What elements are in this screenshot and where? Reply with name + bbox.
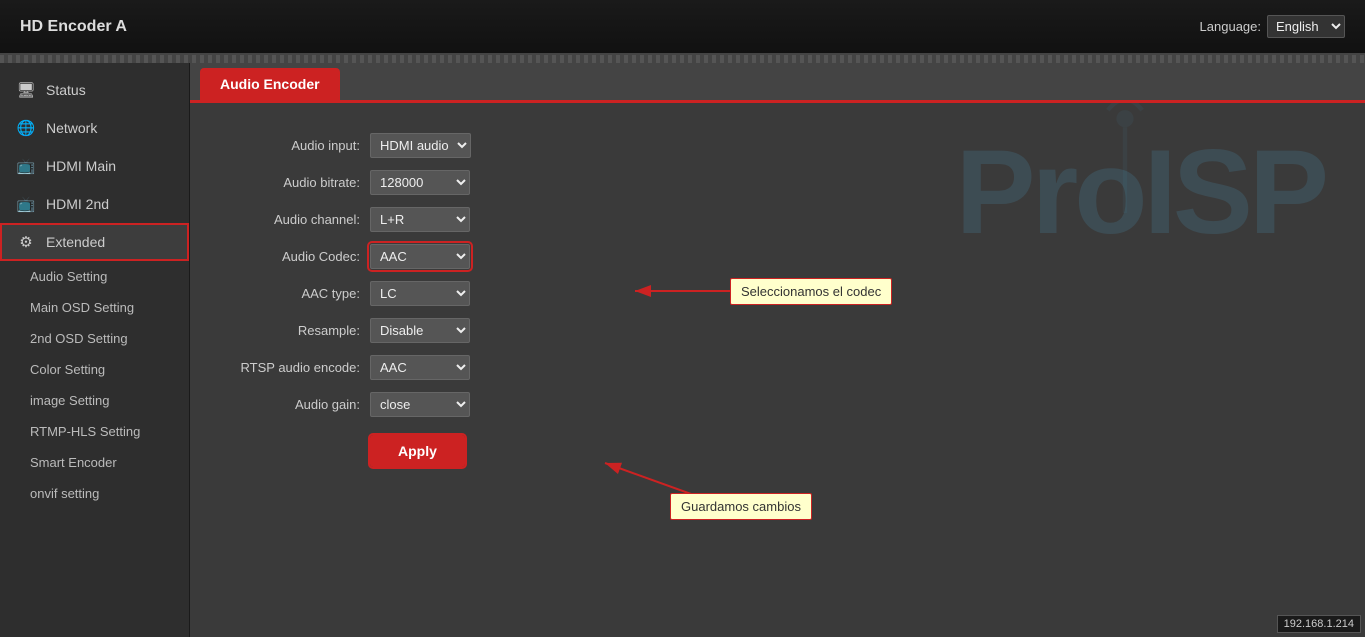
label-rtsp-audio: RTSP audio encode: [210, 360, 370, 375]
select-audio-channel[interactable]: L+R L R [370, 207, 470, 232]
sidebar-subitem-smart-encoder[interactable]: Smart Encoder [0, 447, 189, 478]
form-row-audio-channel: Audio channel: L+R L R [210, 207, 1345, 232]
sidebar-label-hdmi-main: HDMI Main [46, 158, 116, 174]
form-row-rtsp-audio: RTSP audio encode: AAC MP3 [210, 355, 1345, 380]
tab-bar: Audio Encoder [190, 63, 1365, 103]
sidebar-subitem-main-osd[interactable]: Main OSD Setting [0, 292, 189, 323]
sidebar-subitem-2nd-osd[interactable]: 2nd OSD Setting [0, 323, 189, 354]
form-row-audio-gain: Audio gain: close low medium high [210, 392, 1345, 417]
ip-badge: 192.168.1.214 [1277, 615, 1361, 633]
codec-callout: Seleccionamos el codec [730, 278, 892, 305]
sidebar-item-hdmi-main[interactable]: 📺 HDMI Main [0, 147, 189, 185]
form-row-audio-codec: Audio Codec: AAC MP3 G711 [210, 244, 1345, 269]
label-resample: Resample: [210, 323, 370, 338]
select-aac-type[interactable]: LC HE HEv2 [370, 281, 470, 306]
gear-icon: ⚙ [16, 233, 36, 251]
tab-audio-encoder[interactable]: Audio Encoder [200, 68, 340, 100]
select-audio-codec[interactable]: AAC MP3 G711 [370, 244, 470, 269]
select-rtsp-audio[interactable]: AAC MP3 [370, 355, 470, 380]
sidebar-subitem-image-setting[interactable]: image Setting [0, 385, 189, 416]
language-dropdown[interactable]: English Chinese [1267, 15, 1345, 38]
sidebar-label-extended: Extended [46, 234, 105, 250]
monitor-icon: 🖥 [16, 81, 36, 99]
sidebar-item-network[interactable]: 🌐 Network [0, 109, 189, 147]
sub-header-stripe [0, 55, 1365, 63]
header: HD Encoder A Language: English Chinese [0, 0, 1365, 55]
sidebar-subitem-audio-setting[interactable]: Audio Setting [0, 261, 189, 292]
sidebar-label-network: Network [46, 120, 97, 136]
sidebar-subitem-rtmp-hls[interactable]: RTMP-HLS Setting [0, 416, 189, 447]
sidebar-subitem-onvif[interactable]: onvif setting [0, 478, 189, 509]
sidebar-item-status[interactable]: 🖥 Status [0, 71, 189, 109]
language-selector[interactable]: Language: English Chinese [1200, 15, 1345, 38]
main-layout: 🖥 Status 🌐 Network 📺 HDMI Main 📺 HDMI 2n… [0, 63, 1365, 637]
apply-callout: Guardamos cambios [670, 493, 812, 520]
language-label: Language: [1200, 19, 1261, 34]
label-audio-gain: Audio gain: [210, 397, 370, 412]
select-audio-input[interactable]: HDMI audio Line in [370, 133, 471, 158]
label-audio-codec: Audio Codec: [210, 249, 370, 264]
hdmi-main-icon: 📺 [16, 157, 36, 175]
globe-icon: 🌐 [16, 119, 36, 137]
label-audio-channel: Audio channel: [210, 212, 370, 227]
form-row-apply: Apply [210, 429, 1345, 467]
apply-button[interactable]: Apply [370, 435, 465, 467]
form-row-audio-bitrate: Audio bitrate: 64000 128000 256000 [210, 170, 1345, 195]
sidebar-label-status: Status [46, 82, 86, 98]
label-audio-input: Audio input: [210, 138, 370, 153]
select-audio-bitrate[interactable]: 64000 128000 256000 [370, 170, 470, 195]
sidebar-item-extended[interactable]: ⚙ Extended [0, 223, 189, 261]
select-resample[interactable]: Disable Enable [370, 318, 470, 343]
form-row-resample: Resample: Disable Enable [210, 318, 1345, 343]
hdmi-2nd-icon: 📺 [16, 195, 36, 213]
sidebar: 🖥 Status 🌐 Network 📺 HDMI Main 📺 HDMI 2n… [0, 63, 190, 637]
app-title: HD Encoder A [20, 18, 127, 36]
label-aac-type: AAC type: [210, 286, 370, 301]
sidebar-item-hdmi-2nd[interactable]: 📺 HDMI 2nd [0, 185, 189, 223]
sidebar-label-hdmi-2nd: HDMI 2nd [46, 196, 109, 212]
form-row-audio-input: Audio input: HDMI audio Line in [210, 133, 1345, 158]
label-audio-bitrate: Audio bitrate: [210, 175, 370, 190]
main-content: ProISP Audio Encoder Audio input: HDMI a… [190, 63, 1365, 637]
select-audio-gain[interactable]: close low medium high [370, 392, 470, 417]
sidebar-subitem-color-setting[interactable]: Color Setting [0, 354, 189, 385]
